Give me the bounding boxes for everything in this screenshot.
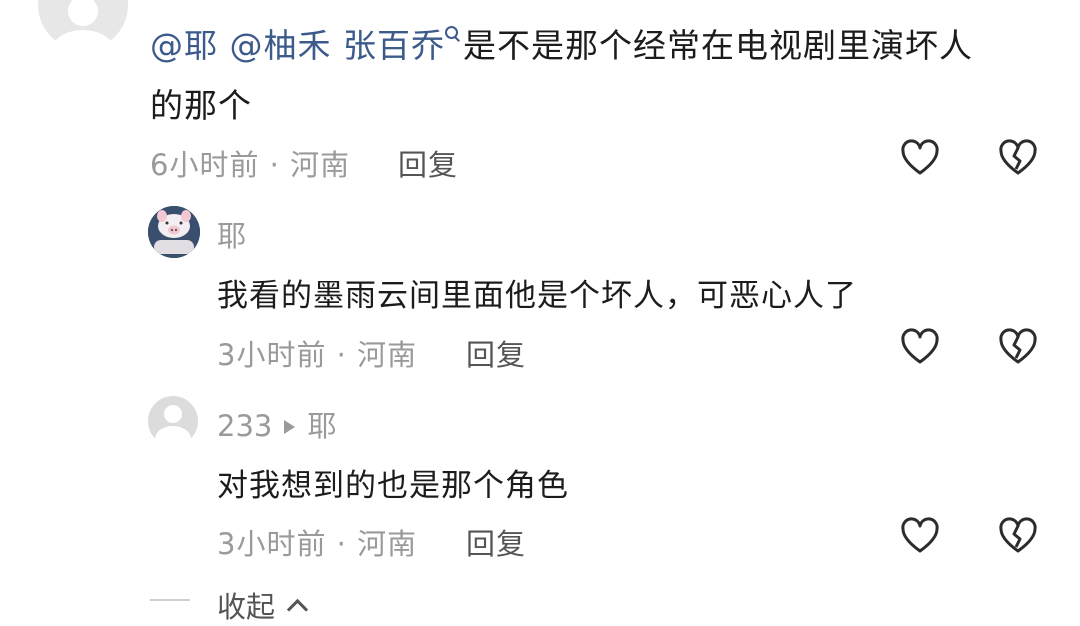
reply-header: 233 耶 bbox=[217, 403, 336, 445]
avatar-body bbox=[52, 30, 114, 50]
avatar-head bbox=[68, 0, 98, 26]
avatar[interactable] bbox=[148, 396, 198, 446]
reply-text: 对我想到的也是那个角色 bbox=[217, 468, 569, 504]
mention-link[interactable]: @耶 bbox=[150, 26, 218, 65]
comment-meta: 3小时前 · 河南 bbox=[217, 338, 418, 372]
broken-heart-icon[interactable] bbox=[998, 517, 1038, 557]
avatar-head bbox=[164, 405, 182, 423]
comment-text-line2: 的那个 bbox=[150, 86, 252, 125]
reply-button[interactable]: 回复 bbox=[466, 521, 526, 563]
collapse-button[interactable]: 收起 bbox=[217, 584, 309, 626]
avatar[interactable] bbox=[148, 206, 200, 258]
collapse-label: 收起 bbox=[217, 590, 276, 624]
mention-link[interactable]: @柚禾 张百乔 bbox=[230, 26, 464, 65]
comment-meta: 3小时前 · 河南 bbox=[217, 527, 418, 561]
heart-icon[interactable] bbox=[900, 328, 940, 368]
comment-text: @耶 @柚禾 张百乔 是不是那个经常在电视剧里演坏人 的那个 bbox=[150, 16, 1050, 136]
play-arrow-icon bbox=[284, 419, 296, 434]
reply-text: 我看的墨雨云间里面他是个坏人，可恶心人了 bbox=[217, 278, 857, 314]
search-icon bbox=[445, 26, 461, 44]
broken-heart-icon[interactable] bbox=[998, 139, 1038, 179]
username[interactable]: 耶 bbox=[217, 213, 246, 255]
reply-to-username[interactable]: 耶 bbox=[307, 409, 336, 443]
avatar[interactable] bbox=[38, 0, 128, 50]
avatar-body bbox=[155, 426, 191, 446]
reply-button[interactable]: 回复 bbox=[398, 142, 458, 184]
comment-text-line1: 是不是那个经常在电视剧里演坏人 bbox=[463, 26, 973, 65]
username[interactable]: 233 bbox=[217, 409, 272, 443]
chevron-up-icon bbox=[287, 598, 309, 620]
divider bbox=[150, 599, 190, 601]
heart-icon[interactable] bbox=[900, 139, 940, 179]
broken-heart-icon[interactable] bbox=[998, 328, 1038, 368]
heart-icon[interactable] bbox=[900, 517, 940, 557]
comment-meta: 6小时前 · 河南 bbox=[150, 148, 351, 182]
reply-button[interactable]: 回复 bbox=[466, 332, 526, 374]
